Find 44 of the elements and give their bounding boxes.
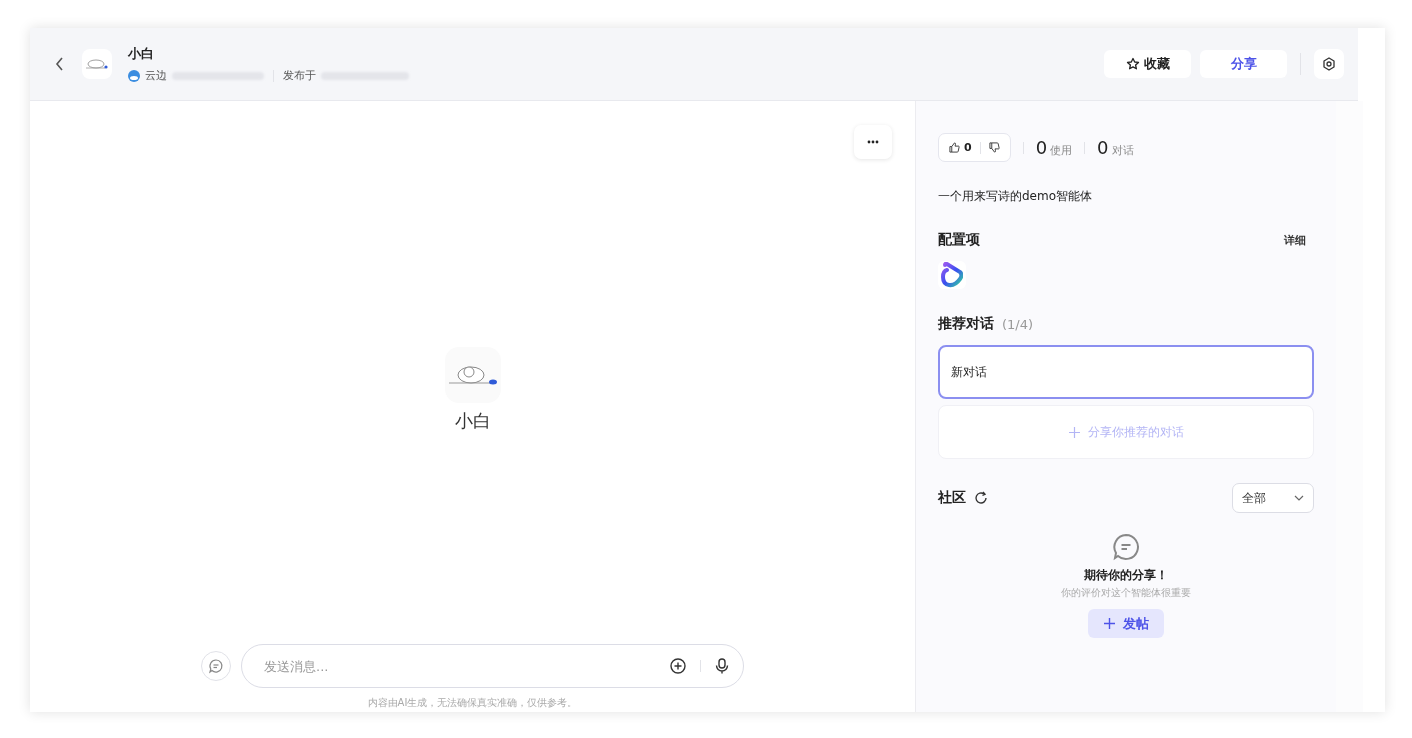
share-button[interactable]: 分享 (1200, 50, 1287, 78)
refresh-icon[interactable] (974, 491, 988, 505)
settings-icon (1322, 57, 1336, 71)
microphone-icon[interactable] (715, 658, 729, 674)
section-title: 配置项 (938, 231, 980, 249)
count-text: (1/4) (1002, 316, 1034, 332)
more-icon (867, 140, 879, 144)
section-title: 社区 (938, 489, 966, 507)
empty-state-hint: 你的评价对这个智能体很重要 (1061, 586, 1191, 600)
plus-icon (1068, 426, 1080, 438)
message-input[interactable]: 发送消息... (262, 657, 660, 675)
filter-dropdown[interactable]: 全部 (1232, 483, 1314, 513)
like-button[interactable]: 0 (949, 141, 972, 154)
post-button[interactable]: 发帖 (1088, 609, 1164, 638)
bot-avatar (82, 49, 112, 79)
published-label: 发布于 (283, 68, 316, 83)
favorite-button[interactable]: 收藏 (1104, 50, 1191, 78)
disclaimer-text: 内容由AI生成，无法确保真实准确，仅供参考。 (367, 696, 578, 710)
bot-name: 小白 (454, 409, 491, 433)
stat-label: 使用 (1050, 143, 1073, 158)
back-icon[interactable] (54, 56, 66, 72)
author-avatar-icon (128, 69, 140, 82)
section-title: 推荐对话 (938, 315, 994, 333)
chat-bubble-icon (1112, 533, 1140, 561)
add-icon[interactable] (670, 658, 686, 674)
chat-bubble-icon (208, 658, 224, 674)
model-logo-icon (938, 261, 966, 289)
bot-title: 小白 (128, 45, 155, 63)
detail-link[interactable]: 详细 (1284, 232, 1306, 248)
settings-button[interactable] (1314, 49, 1344, 79)
bot-avatar (444, 347, 501, 403)
chevron-down-icon (1294, 495, 1304, 501)
plus-icon (1103, 618, 1115, 629)
recommended-chat-item[interactable]: 新对话 (938, 345, 1314, 399)
description-text: 一个用来写诗的demo智能体 (938, 188, 1094, 205)
author-name: 云边 (145, 68, 167, 83)
stat-value: 0 (1035, 137, 1048, 158)
thumbs-down-icon[interactable] (988, 142, 1000, 153)
empty-state-title: 期待你的分享！ (1084, 567, 1168, 584)
stat-label: 对话 (1111, 143, 1134, 158)
thumbs-up-icon (949, 142, 960, 153)
stat-value: 0 (1097, 137, 1109, 158)
star-icon (1125, 57, 1140, 71)
new-chat-button[interactable] (201, 651, 231, 681)
